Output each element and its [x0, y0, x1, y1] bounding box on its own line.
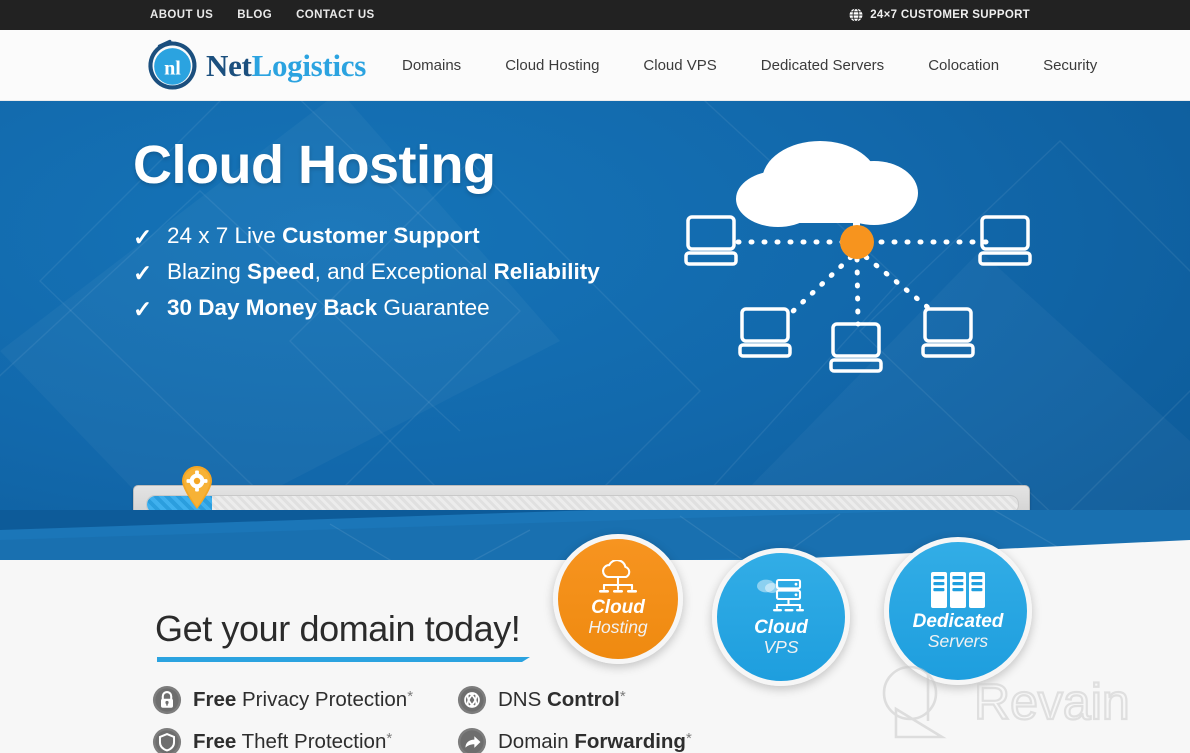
check-icon: ✓ — [133, 296, 153, 322]
feature-3-star: * — [685, 730, 692, 747]
badge-cloud-vps-line2: VPS — [763, 637, 799, 658]
check-icon: ✓ — [133, 224, 153, 250]
hero-bullet-1-bold: Customer Support — [282, 223, 480, 248]
logo-wordmark: NetLogistics — [206, 48, 366, 84]
feature-0-star: * — [407, 688, 414, 705]
feature-2-plain: Theft Protection — [236, 730, 387, 753]
hero-bullet-1: ✓ 24 x 7 Live Customer Support — [133, 223, 600, 250]
feature-domain-forwarding-text: Domain Forwarding* — [498, 730, 692, 753]
feature-2-bold: Free — [193, 730, 237, 753]
feature-free-theft-protection[interactable]: Free Theft Protection* — [152, 727, 457, 753]
logo-word-net: Net — [206, 47, 252, 83]
badge-cloud-hosting-line2: Hosting — [588, 617, 648, 638]
feature-dns-control-text: DNS Control* — [498, 688, 626, 712]
feature-3-plain: Domain — [498, 730, 575, 753]
feature-domain-forwarding[interactable]: Domain Forwarding* — [457, 727, 692, 753]
cloud-network-icon — [599, 560, 637, 594]
topbar-link-blog[interactable]: BLOG — [237, 9, 272, 21]
dns-icon — [457, 685, 487, 715]
cloud-server-icon — [757, 579, 804, 612]
nav-item-cloud-hosting[interactable]: Cloud Hosting — [483, 57, 621, 74]
site-header: nl NetLogistics Domains Cloud Hosting Cl… — [0, 30, 1190, 101]
customer-support-block[interactable]: 24×7 CUSTOMER SUPPORT — [849, 8, 1030, 22]
topbar-links: ABOUT US BLOG CONTACT US — [150, 9, 375, 21]
forward-icon — [457, 727, 487, 753]
gear-pin-icon[interactable] — [180, 466, 214, 510]
nav-item-security[interactable]: Security — [1021, 57, 1119, 74]
feature-1-star: * — [619, 688, 626, 705]
nav-item-colocation[interactable]: Colocation — [906, 57, 1021, 74]
hero-bullet-2-text: Blazing Speed, and Exceptional Reliabili… — [167, 259, 600, 285]
heading-underline — [157, 657, 530, 662]
hero-bullet-3-bold1: 30 Day Money Back — [167, 295, 378, 320]
globe-icon — [849, 8, 863, 22]
feature-1-bold: Control — [546, 688, 620, 711]
feature-free-theft-protection-text: Free Theft Protection* — [193, 730, 392, 753]
hero-bullet-2-bold1: Speed — [247, 259, 315, 284]
lock-icon — [152, 685, 182, 715]
feature-2-star: * — [386, 730, 393, 747]
top-utility-bar: ABOUT US BLOG CONTACT US 24×7 CUSTOMER S… — [0, 0, 1190, 30]
hero-bullet-1-plain: 24 x 7 Live — [167, 223, 283, 248]
hero-bullet-3: ✓ 30 Day Money Back Guarantee — [133, 295, 600, 322]
page-root: ABOUT US BLOG CONTACT US 24×7 CUSTOMER S… — [0, 0, 1190, 753]
badge-cloud-vps-line1: Cloud — [754, 617, 808, 639]
hero-bullet-2-plain1: Blazing — [167, 259, 248, 284]
feature-free-privacy-protection[interactable]: Free Privacy Protection* — [152, 685, 457, 715]
badge-cloud-vps[interactable]: Cloud VPS — [712, 548, 850, 686]
nav-item-domains[interactable]: Domains — [380, 57, 483, 74]
shield-icon — [152, 727, 182, 753]
feature-0-plain: Privacy Protection — [236, 688, 408, 711]
netlogistics-logo-icon: nl — [148, 39, 197, 90]
feature-1-plain: DNS — [498, 688, 547, 711]
get-domain-heading: Get your domain today! — [155, 608, 521, 649]
svg-text:nl: nl — [164, 58, 181, 80]
site-logo[interactable]: nl NetLogistics — [145, 38, 366, 93]
badge-cloud-hosting[interactable]: Cloud Hosting — [553, 534, 683, 664]
feature-3-bold: Forwarding — [574, 730, 686, 753]
hero-bullet-1-text: 24 x 7 Live Customer Support — [167, 223, 480, 249]
feature-dns-control[interactable]: DNS Control* — [457, 685, 626, 715]
topbar-link-contact-us[interactable]: CONTACT US — [296, 9, 375, 21]
hero-bullet-2: ✓ Blazing Speed, and Exceptional Reliabi… — [133, 259, 600, 286]
customer-support-label: 24×7 CUSTOMER SUPPORT — [870, 9, 1030, 21]
badge-dedicated-line1: Dedicated — [912, 611, 1004, 633]
cloud-network-diagram-icon — [684, 141, 1032, 373]
domain-features-grid: Free Privacy Protection* DNS Control* Fr… — [152, 685, 792, 753]
badge-cloud-hosting-line1: Cloud — [591, 597, 645, 619]
hero-bullet-2-plain2: , and Exceptional — [314, 259, 494, 284]
badge-dedicated-line2: Servers — [927, 631, 989, 652]
nav-item-dedicated-servers[interactable]: Dedicated Servers — [739, 57, 906, 74]
server-racks-icon — [931, 572, 985, 609]
feature-free-privacy-protection-text: Free Privacy Protection* — [193, 688, 413, 712]
hero-bullet-3-text: 30 Day Money Back Guarantee — [167, 295, 490, 321]
logo-word-logistics: Logistics — [251, 47, 367, 83]
hero-bullet-3-plain2: Guarantee — [377, 295, 490, 320]
hero-bullet-2-bold2: Reliability — [493, 259, 600, 284]
hero-title: Cloud Hosting — [133, 135, 496, 195]
domain-features-row-1: Free Privacy Protection* DNS Control* — [152, 685, 792, 715]
feature-0-bold: Free — [193, 688, 237, 711]
topbar-link-about-us[interactable]: ABOUT US — [150, 9, 213, 21]
hero-bullet-list: ✓ 24 x 7 Live Customer Support ✓ Blazing… — [133, 223, 600, 332]
badge-dedicated-servers[interactable]: Dedicated Servers — [884, 537, 1032, 685]
nav-item-cloud-vps[interactable]: Cloud VPS — [621, 57, 738, 74]
domain-features-row-2: Free Theft Protection* Domain Forwarding… — [152, 727, 792, 753]
hero-banner: Cloud Hosting ✓ 24 x 7 Live Customer Sup… — [0, 101, 1190, 538]
check-icon: ✓ — [133, 260, 153, 286]
main-navigation: Domains Cloud Hosting Cloud VPS Dedicate… — [380, 30, 1119, 101]
